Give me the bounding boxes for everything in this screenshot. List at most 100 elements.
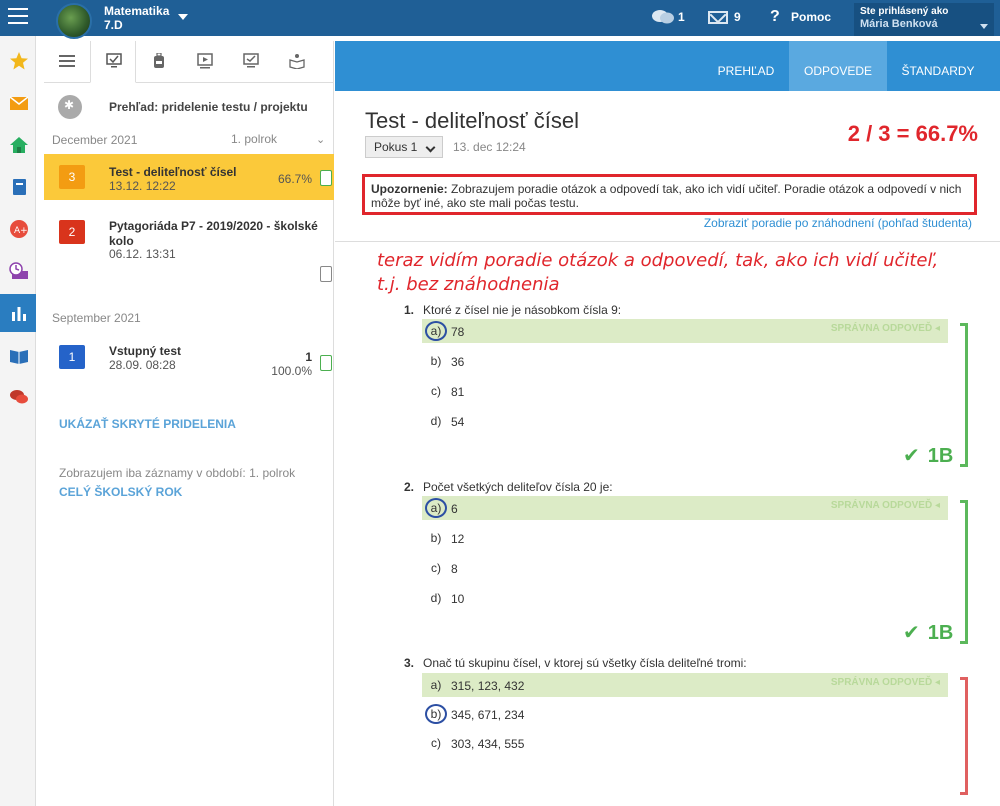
notebook-icon: [13, 179, 26, 195]
sidebar-item-grades[interactable]: A+: [0, 210, 36, 248]
option-value: 8: [451, 562, 458, 576]
option-letter: c): [431, 561, 441, 575]
sidebar-item-results[interactable]: [0, 294, 36, 332]
correct-answer-label: SPRÁVNA ODPOVEĎ: [831, 500, 940, 511]
answer-option: a) 315, 123, 432 SPRÁVNA ODPOVEĎ: [422, 673, 948, 697]
question-number: 3.: [404, 656, 415, 670]
tab-tests[interactable]: [90, 41, 136, 83]
option-value: 36: [451, 355, 465, 369]
play-screen-icon: [197, 53, 213, 69]
show-hidden-link[interactable]: UKÁZAŤ SKRYTÉ PRIDELENIA: [59, 417, 236, 431]
sidebar-item-messages[interactable]: [0, 84, 36, 122]
option-letter: b): [430, 531, 442, 545]
item-date: 13.12. 12:22: [109, 179, 176, 193]
answer-option: d) 10: [422, 586, 948, 610]
document-icon[interactable]: [320, 170, 332, 186]
student-order-link[interactable]: Zobraziť poradie po znáhodnení (pohľad š…: [704, 216, 972, 230]
user-name: Mária Benková: [860, 18, 938, 30]
mail-icon[interactable]: [708, 11, 728, 24]
reader-icon: [289, 54, 305, 69]
tab-quizzes[interactable]: [228, 41, 274, 83]
overview-link[interactable]: Prehľad: pridelenie testu / projektu: [58, 95, 328, 119]
answer-option: c) 303, 434, 555: [422, 731, 948, 755]
chevron-down-icon[interactable]: [980, 24, 988, 29]
overview-label: Prehľad: pridelenie testu / projektu: [109, 100, 308, 114]
chat-icon[interactable]: [652, 9, 674, 25]
document-icon[interactable]: [320, 266, 332, 282]
option-letter: a): [425, 498, 447, 518]
item-title: Vstupný test: [109, 344, 182, 358]
option-letter: d): [430, 414, 442, 428]
item-date: 28.09. 08:28: [109, 358, 176, 372]
list-item-vstupny[interactable]: 1 Vstupný test 28.09. 08:28 1 100.0%: [44, 333, 334, 383]
document-icon[interactable]: [320, 355, 332, 371]
class-selector[interactable]: Matematika 7.D: [104, 4, 169, 32]
sidebar-item-discussion[interactable]: [0, 378, 36, 416]
result-bracket: [960, 677, 968, 795]
help-link[interactable]: Pomoc: [791, 10, 831, 24]
answer-option: d) 54: [422, 409, 948, 433]
chevron-down-icon[interactable]: [178, 14, 188, 20]
whole-year-link[interactable]: CELÝ ŠKOLSKÝ ROK: [59, 485, 182, 499]
answer-option: c) 81: [422, 379, 948, 403]
sidebar-item-schedule[interactable]: [0, 252, 36, 290]
attempt-select[interactable]: Pokus 1: [365, 136, 443, 158]
question-text: Ktoré z čísel nie je násobkom čísla 9:: [423, 303, 622, 317]
warning-text: Zobrazujem poradie otázok a odpovedí tak…: [371, 182, 962, 210]
total-score: 2 / 3 = 66.7%: [847, 121, 978, 146]
option-value: 12: [451, 532, 465, 546]
option-letter: c): [431, 384, 441, 398]
item-number: 2: [59, 220, 85, 244]
check-icon: ✔: [903, 445, 920, 467]
sidebar-item-notebook[interactable]: [0, 168, 36, 206]
class-avatar[interactable]: [56, 3, 92, 39]
chevron-down-icon[interactable]: ⌄: [316, 133, 325, 146]
tab-presentations[interactable]: [182, 41, 228, 83]
menu-icon[interactable]: [8, 8, 28, 26]
option-value: 303, 434, 555: [451, 737, 525, 751]
item-score: 100.0%: [271, 364, 312, 378]
main-content: PREHĽAD ODPOVEDE ŠTANDARDY Test - delite…: [335, 41, 1000, 806]
user-label: Ste prihlásený ako: [860, 6, 949, 17]
tab-standards[interactable]: ŠTANDARDY: [889, 41, 987, 91]
svg-text:A+: A+: [14, 226, 28, 236]
sidebar-item-home[interactable]: [0, 126, 36, 164]
item-score-count: 1: [305, 350, 312, 364]
user-menu[interactable]: Ste prihlásený ako Mária Benková: [854, 3, 994, 36]
messages-count[interactable]: 1: [678, 10, 685, 24]
annotation: teraz vidím poradie otázok a odpovedí, t…: [377, 249, 997, 297]
class-title: Matematika: [104, 4, 170, 18]
sidebar-item-library[interactable]: [0, 336, 36, 374]
tab-list[interactable]: [44, 41, 90, 83]
class-group: 7.D: [104, 18, 123, 32]
list-item-test[interactable]: 3 Test - deliteľnosť čísel 13.12. 12:22 …: [44, 154, 334, 200]
answer-option: a) 6 SPRÁVNA ODPOVEĎ: [422, 496, 948, 520]
tab-overview[interactable]: PREHĽAD: [705, 41, 787, 91]
mail-count[interactable]: 9: [734, 10, 741, 24]
envelope-icon: [9, 96, 29, 110]
result-bracket: [960, 500, 968, 644]
discussion-icon: [10, 390, 28, 404]
book-icon: [10, 350, 28, 364]
tab-answers[interactable]: ODPOVEDE: [789, 41, 887, 91]
points-value: 1B: [927, 445, 954, 467]
question-text: Počet všetkých deliteľov čísla 20 je:: [423, 480, 613, 494]
top-bar: Matematika 7.D 1 9 ? Pomoc Ste prihlásen…: [0, 0, 1000, 39]
item-number: 1: [59, 345, 85, 369]
question-number: 2.: [404, 480, 415, 494]
answer-option: c) 8: [422, 556, 948, 580]
star-icon: [10, 52, 28, 70]
option-letter: a): [425, 321, 447, 341]
option-value: 54: [451, 415, 465, 429]
tab-homework[interactable]: [136, 41, 182, 83]
sidebar-item-favorites[interactable]: [0, 42, 36, 80]
help-icon[interactable]: ?: [770, 8, 780, 26]
item-title: Pytagoriáda P7 - 2019/2020 - školské kol…: [109, 219, 318, 248]
question-points: ✔ 1B: [903, 443, 953, 468]
list-item-pytagoriada[interactable]: 2 Pytagoriáda P7 - 2019/2020 - školské k…: [44, 206, 334, 282]
option-value: 81: [451, 385, 465, 399]
result-bracket: [960, 323, 968, 467]
tab-reading[interactable]: [274, 41, 320, 83]
screen-check-icon: [243, 53, 259, 68]
list-icon: [59, 55, 75, 67]
